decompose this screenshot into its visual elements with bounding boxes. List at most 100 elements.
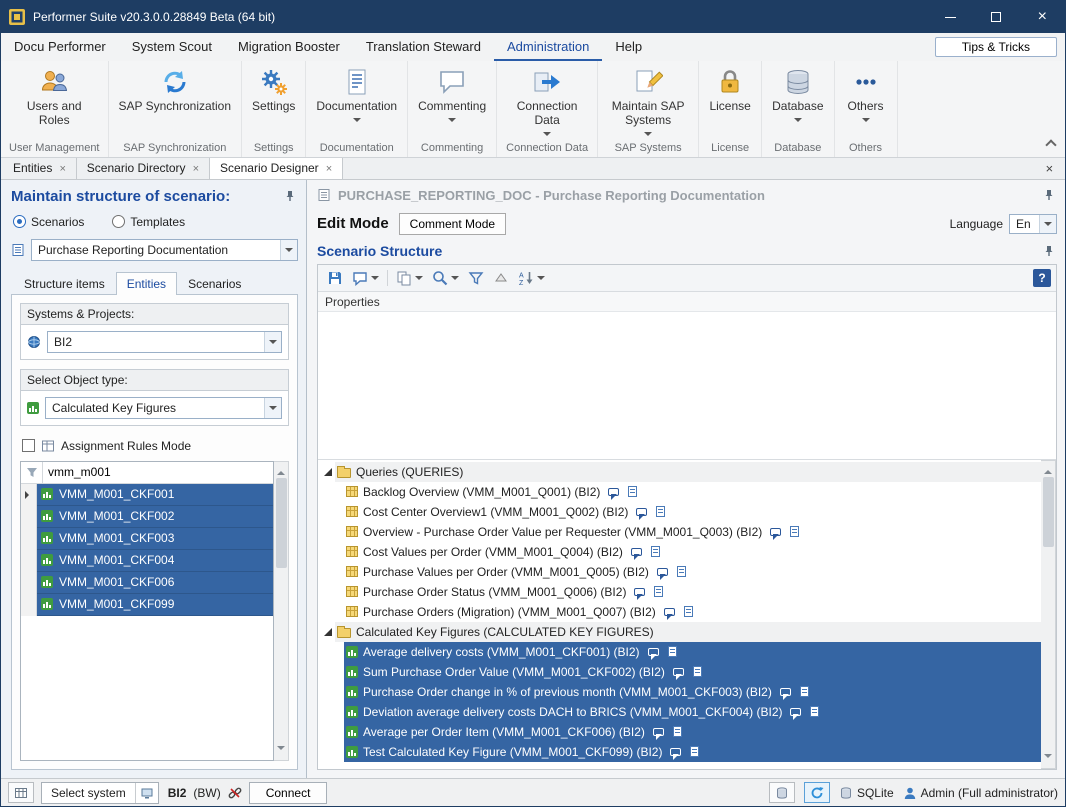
comment-tool-button[interactable]	[348, 267, 383, 289]
tree-scrollbar[interactable]	[1041, 460, 1056, 769]
grid-row[interactable]: VMM_M001_CKF004	[21, 550, 273, 572]
tab-entities-side[interactable]: Entities	[116, 272, 177, 295]
collapse-icon[interactable]	[324, 468, 332, 476]
comment-icon[interactable]	[780, 688, 791, 696]
tab-entities[interactable]: Entities	[3, 158, 77, 179]
tree-group-calculated-key-figures[interactable]: Calculated Key Figures (CALCULATED KEY F…	[318, 622, 1041, 642]
tree-item-query[interactable]: Cost Center Overview1 (VMM_M001_Q002) (B…	[318, 502, 1041, 522]
combo-dropdown-button[interactable]	[264, 398, 281, 418]
scroll-up-icon[interactable]	[1044, 466, 1052, 474]
expand-all-button[interactable]	[489, 267, 513, 289]
maintain-sap-systems-button[interactable]: Maintain SAP Systems	[598, 65, 698, 138]
minimize-button[interactable]	[927, 1, 973, 33]
filter-funnel-icon[interactable]	[21, 462, 43, 483]
comment-icon[interactable]	[673, 668, 684, 676]
collapse-ribbon-icon[interactable]	[1045, 139, 1056, 150]
tree-item-query[interactable]: Purchase Orders (Migration) (VMM_M001_Q0…	[318, 602, 1041, 622]
help-button[interactable]	[1033, 269, 1051, 287]
menu-migration-booster[interactable]: Migration Booster	[225, 33, 353, 61]
tree-item-ckf[interactable]: Average delivery costs (VMM_M001_CKF001)…	[318, 642, 1041, 662]
comment-icon[interactable]	[670, 748, 681, 756]
grid-row[interactable]: VMM_M001_CKF006	[21, 572, 273, 594]
document-icon[interactable]	[628, 486, 637, 497]
save-button[interactable]	[323, 267, 347, 289]
pin-icon[interactable]	[282, 188, 298, 204]
radio-templates[interactable]: Templates	[112, 215, 185, 229]
comment-icon[interactable]	[608, 488, 619, 496]
grid-view-button[interactable]	[8, 782, 34, 803]
menu-help[interactable]: Help	[602, 33, 655, 61]
properties-header[interactable]: Properties	[318, 292, 1056, 312]
tree-item-ckf[interactable]: Deviation average delivery costs DACH to…	[318, 702, 1041, 722]
tree-item-ckf[interactable]: Purchase Order change in % of previous m…	[318, 682, 1041, 702]
settings-button[interactable]: Settings	[242, 65, 305, 114]
document-icon[interactable]	[673, 726, 682, 737]
maximize-button[interactable]	[973, 1, 1019, 33]
database-button[interactable]: Database	[762, 65, 833, 124]
documentation-button[interactable]: Documentation	[306, 65, 407, 124]
sidebar-scrollbar[interactable]	[274, 461, 289, 761]
tab-scenario-directory[interactable]: Scenario Directory	[77, 158, 210, 179]
grid-row[interactable]: VMM_M001_CKF003	[21, 528, 273, 550]
grid-row[interactable]: VMM_M001_CKF099	[21, 594, 273, 616]
commenting-button[interactable]: Commenting	[408, 65, 496, 124]
tree-item-query[interactable]: Overview - Purchase Order Value per Requ…	[318, 522, 1041, 542]
comment-icon[interactable]	[657, 568, 668, 576]
sort-button[interactable]: AZ	[514, 267, 549, 289]
tab-structure-items[interactable]: Structure items	[13, 272, 116, 295]
comment-icon[interactable]	[790, 708, 801, 716]
filter-button[interactable]	[464, 267, 488, 289]
scrollbar-thumb[interactable]	[1043, 477, 1054, 547]
database-tools-button[interactable]	[769, 782, 795, 803]
radio-scenarios[interactable]: Scenarios	[13, 215, 84, 229]
tips-tricks-button[interactable]: Tips & Tricks	[935, 37, 1057, 57]
menu-system-scout[interactable]: System Scout	[119, 33, 225, 61]
scroll-down-icon[interactable]	[277, 746, 285, 754]
tree-item-query[interactable]: Purchase Values per Order (VMM_M001_Q005…	[318, 562, 1041, 582]
license-button[interactable]: License	[699, 65, 761, 114]
document-icon[interactable]	[668, 646, 677, 657]
combo-dropdown-button[interactable]	[264, 332, 281, 352]
combo-dropdown-button[interactable]	[280, 240, 297, 260]
document-icon[interactable]	[651, 546, 660, 557]
others-button[interactable]: Others	[835, 65, 897, 124]
document-icon[interactable]	[656, 506, 665, 517]
collapse-icon[interactable]	[324, 628, 332, 636]
grid-row[interactable]: VMM_M001_CKF001	[21, 484, 273, 506]
close-tab-icon[interactable]	[193, 161, 199, 175]
document-icon[interactable]	[690, 746, 699, 757]
document-icon[interactable]	[654, 586, 663, 597]
menu-translation-steward[interactable]: Translation Steward	[353, 33, 494, 61]
sap-synchronization-button[interactable]: SAP Synchronization	[109, 65, 242, 114]
system-combo[interactable]: BI2	[47, 331, 282, 353]
comment-icon[interactable]	[770, 528, 781, 536]
close-tab-icon[interactable]	[59, 161, 65, 175]
pin-icon[interactable]	[1041, 187, 1057, 203]
tab-scenarios-side[interactable]: Scenarios	[177, 272, 252, 295]
tree-item-query[interactable]: Cost Values per Order (VMM_M001_Q004) (B…	[318, 542, 1041, 562]
tree-group-queries[interactable]: Queries (QUERIES)	[318, 462, 1041, 482]
tree-item-ckf[interactable]: Test Calculated Key Figure (VMM_M001_CKF…	[318, 742, 1041, 762]
comment-icon[interactable]	[664, 608, 675, 616]
comment-icon[interactable]	[653, 728, 664, 736]
tree-item-query[interactable]: Backlog Overview (VMM_M001_Q001) (BI2)	[318, 482, 1041, 502]
document-icon[interactable]	[810, 706, 819, 717]
object-type-combo[interactable]: Calculated Key Figures	[45, 397, 282, 419]
scrollbar-thumb[interactable]	[276, 478, 287, 568]
comment-icon[interactable]	[636, 508, 647, 516]
tree-item-ckf[interactable]: Average per Order Item (VMM_M001_CKF006)…	[318, 722, 1041, 742]
comment-mode-button[interactable]: Comment Mode	[399, 213, 506, 235]
language-combo[interactable]: En	[1009, 214, 1057, 234]
tree-item-ckf[interactable]: Sum Purchase Order Value (VMM_M001_CKF00…	[318, 662, 1041, 682]
document-icon[interactable]	[693, 666, 702, 677]
connect-button[interactable]: Connect	[249, 782, 328, 804]
scroll-up-icon[interactable]	[277, 467, 285, 475]
scroll-down-icon[interactable]	[1044, 754, 1052, 762]
menu-administration[interactable]: Administration	[494, 33, 602, 61]
menu-docu-performer[interactable]: Docu Performer	[1, 33, 119, 61]
copy-structure-button[interactable]	[392, 267, 427, 289]
close-button[interactable]	[1019, 1, 1065, 33]
close-tabstrip-icon[interactable]	[1033, 158, 1065, 179]
tab-scenario-designer[interactable]: Scenario Designer	[210, 158, 343, 179]
comment-icon[interactable]	[631, 548, 642, 556]
